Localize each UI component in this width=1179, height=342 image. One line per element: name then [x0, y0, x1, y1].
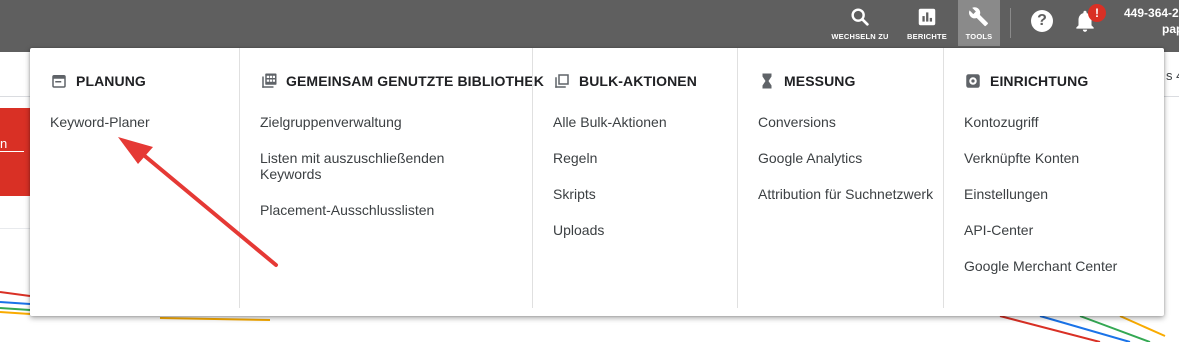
wrench-icon: [969, 7, 988, 27]
menu-column-header: PLANUNG: [50, 72, 146, 90]
menu-item-uploads[interactable]: Uploads: [553, 222, 729, 238]
page-rule: [0, 228, 30, 229]
account-name[interactable]: pap: [1162, 22, 1179, 36]
menu-column-planung: PLANUNG Keyword-Planer: [30, 48, 239, 308]
menu-item-verknuepfte-konten[interactable]: Verknüpfte Konten: [964, 150, 1157, 166]
menu-item-zielgruppenverwaltung[interactable]: Zielgruppenverwaltung: [260, 114, 524, 130]
menu-column-title: GEMEINSAM GENUTZTE BIBLIOTHEK: [286, 73, 545, 89]
copy-stack-icon: [555, 74, 569, 88]
search-icon: [851, 8, 869, 26]
help-icon[interactable]: ?: [1031, 10, 1053, 32]
menu-column-header: GEMEINSAM GENUTZTE BIBLIOTHEK: [260, 72, 544, 90]
menu-item-alle-bulk-aktionen[interactable]: Alle Bulk-Aktionen: [553, 114, 729, 130]
menu-column-title: EINRICHTUNG: [990, 73, 1089, 89]
account-id[interactable]: 449-364-2: [1124, 6, 1179, 20]
tools-label: TOOLS: [965, 32, 993, 41]
menu-item-google-analytics[interactable]: Google Analytics: [758, 150, 935, 166]
wechseln-zu-button[interactable]: WECHSELN ZU: [826, 0, 894, 46]
menu-column-bulk-aktionen: BULK-AKTIONEN Alle Bulk-Aktionen Regeln …: [532, 48, 737, 308]
menu-item-attribution[interactable]: Attribution für Suchnetzwerk: [758, 186, 935, 202]
menu-item-google-merchant-center[interactable]: Google Merchant Center: [964, 258, 1157, 274]
menu-item-keyword-planer[interactable]: Keyword-Planer: [50, 114, 231, 130]
menu-item-placement-ausschlusslisten[interactable]: Placement-Ausschlusslisten: [260, 202, 524, 218]
tools-menu-panel: PLANUNG Keyword-Planer GEMEINSAM GENUTZT…: [30, 48, 1164, 316]
menu-item-kontozugriff[interactable]: Kontozugriff: [964, 114, 1157, 130]
notification-badge: !: [1088, 4, 1106, 22]
menu-column-title: BULK-AKTIONEN: [579, 73, 697, 89]
berichte-button[interactable]: BERICHTE: [900, 0, 954, 46]
menu-column-einrichtung: EINRICHTUNG Kontozugriff Verknüpfte Kont…: [943, 48, 1165, 308]
menu-column-title: MESSUNG: [784, 73, 856, 89]
menu-item-conversions[interactable]: Conversions: [758, 114, 935, 130]
menu-item-skripts[interactable]: Skripts: [553, 186, 729, 202]
berichte-label: BERICHTE: [907, 32, 947, 41]
wechseln-zu-label: WECHSELN ZU: [831, 32, 889, 41]
calendar-icon: [52, 75, 66, 88]
page-side-text: s 4: [1166, 68, 1179, 83]
menu-column-header: EINRICHTUNG: [964, 72, 1088, 90]
bar-chart-icon: [918, 8, 936, 26]
menu-item-einstellungen[interactable]: Einstellungen: [964, 186, 1157, 202]
menu-item-api-center[interactable]: API-Center: [964, 222, 1157, 238]
settings-gear-icon: [966, 74, 980, 88]
menu-column-messung: MESSUNG Conversions Google Analytics Att…: [737, 48, 943, 308]
hourglass-icon: [762, 73, 772, 89]
menu-column-bibliothek: GEMEINSAM GENUTZTE BIBLIOTHEK Zielgruppe…: [239, 48, 544, 308]
menu-column-title: PLANUNG: [76, 73, 146, 89]
library-icon: [262, 73, 277, 88]
menu-item-ausschluss-keywords[interactable]: Listen mit auszuschließenden Keywords: [260, 150, 460, 182]
menu-column-header: BULK-AKTIONEN: [553, 72, 697, 90]
top-app-bar: WECHSELN ZU BERICHTE TOOLS ? ! 449-364-2…: [0, 0, 1179, 52]
topbar-divider: [1010, 8, 1011, 38]
menu-column-header: MESSUNG: [758, 72, 856, 90]
menu-item-regeln[interactable]: Regeln: [553, 150, 729, 166]
tools-button[interactable]: TOOLS: [958, 0, 1000, 46]
